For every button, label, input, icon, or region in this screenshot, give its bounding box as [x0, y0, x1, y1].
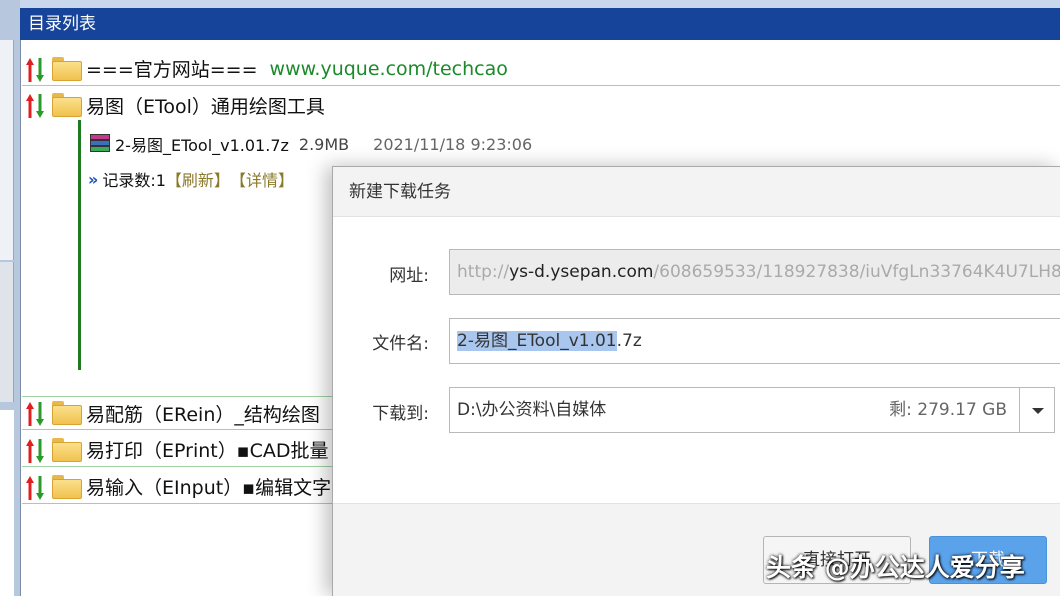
- tree-item-label: 易配筋（ERein）_结构绘图: [86, 403, 320, 426]
- window-title: 目录列表: [28, 14, 96, 34]
- official-site-link[interactable]: www.yuque.com/techcao: [270, 58, 508, 80]
- watermark: 头条 @办公达人爱分享: [766, 553, 1025, 582]
- dest-label: 下载到:: [372, 404, 429, 424]
- url-label: 网址:: [389, 266, 429, 286]
- background-window-strip: [0, 0, 20, 596]
- url-scheme: http://: [457, 262, 510, 282]
- tree-item-label: 易输入（EInput）▪编辑文字: [86, 477, 332, 499]
- tree-item-official-site[interactable]: ===官方网站=== www.yuque.com/techcao: [22, 52, 1060, 86]
- sort-arrows-icon[interactable]: [24, 437, 48, 463]
- sort-arrows-icon[interactable]: [24, 56, 48, 82]
- url-path: /608659533/118927838/iuVfgLn33764K4U7LH8: [653, 262, 1060, 282]
- tree-item-label: 易打印（EPrint）▪CAD批量: [86, 440, 329, 462]
- gutter-panel-3: [0, 410, 14, 596]
- dest-path: D:\办公资料\自媒体: [457, 400, 607, 420]
- filename-extension: .7z: [616, 331, 642, 351]
- folder-icon: [52, 474, 82, 499]
- url-domain: ys-d.ysepan.com: [509, 262, 654, 282]
- tree-branch-line: [78, 120, 81, 370]
- tree-item-etool[interactable]: 易图（ETool）通用绘图工具: [22, 88, 1060, 122]
- double-chevron-icon: »: [88, 169, 99, 189]
- folder-icon: [52, 437, 82, 462]
- window-title-bar: 目录列表: [20, 8, 1060, 40]
- detail-link[interactable]: 【详情】: [230, 167, 294, 191]
- sort-arrows-icon[interactable]: [24, 400, 48, 426]
- folder-icon: [52, 401, 82, 425]
- new-download-dialog: 新建下载任务 网址: http://ys-d.ysepan.com/608659…: [332, 166, 1060, 596]
- file-name[interactable]: 2-易图_ETool_v1.01.7z: [115, 132, 289, 156]
- gutter-panel-2: [0, 262, 14, 402]
- archive-file-icon: [88, 132, 112, 156]
- dest-dropdown-button[interactable]: [1019, 387, 1055, 433]
- url-field[interactable]: http://ys-d.ysepan.com/608659533/1189278…: [449, 249, 1060, 295]
- filename-selected-text: 2-易图_ETool_v1.01: [457, 331, 617, 351]
- chevron-down-icon: [1032, 408, 1044, 414]
- folder-icon: [52, 56, 82, 81]
- filename-label: 文件名:: [372, 334, 429, 354]
- folder-icon: [52, 93, 82, 117]
- sort-arrows-icon[interactable]: [24, 92, 48, 118]
- record-count: 记录数:1: [102, 171, 166, 190]
- refresh-link[interactable]: 【刷新】: [166, 167, 230, 191]
- sort-arrows-icon[interactable]: [24, 474, 48, 500]
- filename-field[interactable]: 2-易图_ETool_v1.01.7z: [449, 318, 1060, 364]
- file-size: 2.9MB: [298, 134, 350, 154]
- file-date: 2021/11/18 9:23:06: [373, 134, 533, 154]
- gutter-panel-1: [0, 40, 14, 260]
- record-count-row: » 记录数:1 【刷新】 【详情】: [88, 166, 294, 192]
- tree-item-label: 易图（ETool）通用绘图工具: [86, 95, 325, 118]
- dialog-title: 新建下载任务: [333, 167, 1060, 217]
- file-row[interactable]: 2-易图_ETool_v1.01.7z 2.9MB 2021/11/18 9:2…: [88, 128, 532, 160]
- dest-field[interactable]: D:\办公资料\自媒体 剩: 279.17 GB: [449, 387, 1021, 433]
- tree-item-label: ===官方网站===: [86, 59, 258, 81]
- window-top-band: [0, 0, 1060, 8]
- free-space: 剩: 279.17 GB: [889, 400, 1007, 420]
